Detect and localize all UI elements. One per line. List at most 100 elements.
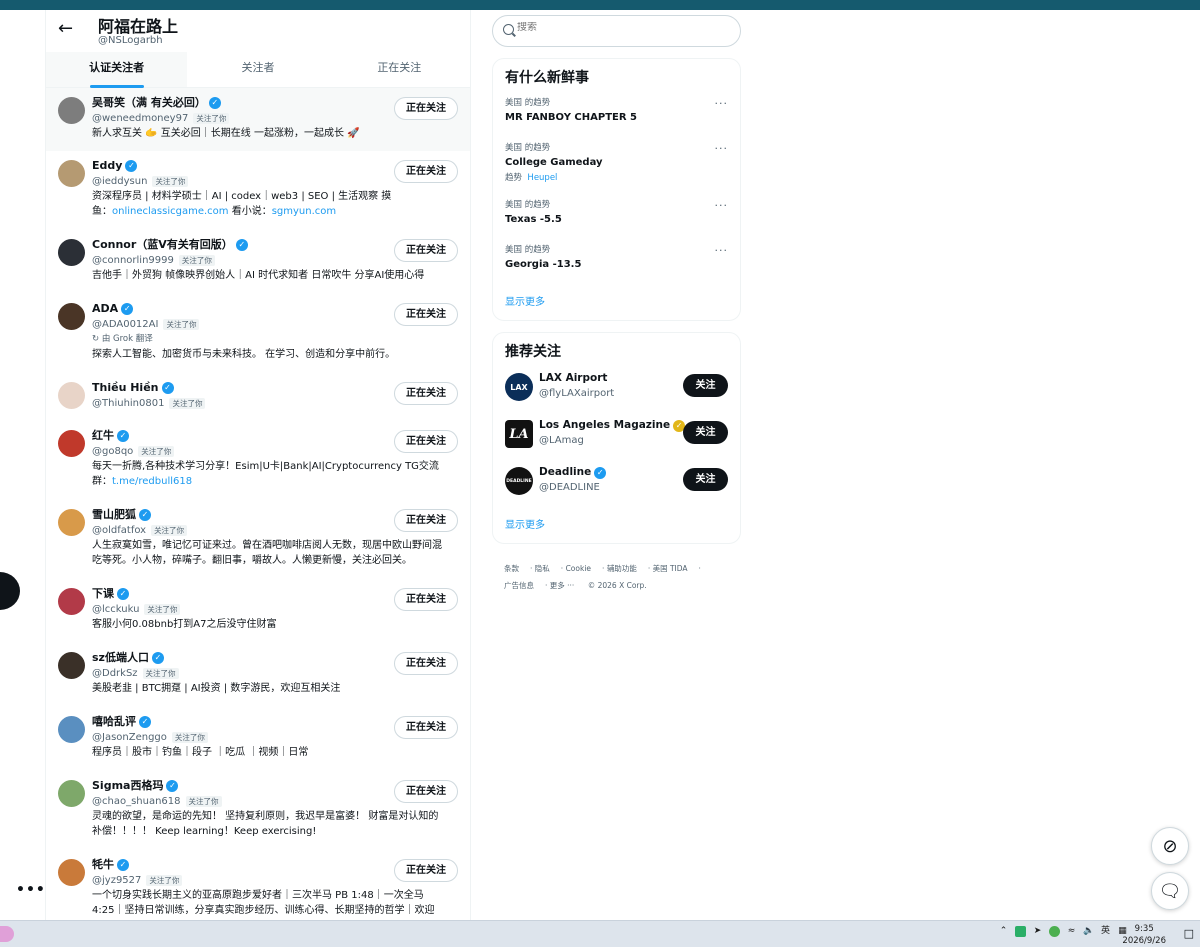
recommended-account[interactable]: DEADLINE Deadline ✓ @DEADLINE 关注: [505, 465, 728, 512]
following-button[interactable]: 正在关注: [394, 652, 458, 675]
avatar[interactable]: [58, 509, 85, 536]
avatar[interactable]: [58, 382, 85, 409]
avatar[interactable]: [58, 652, 85, 679]
chevron-up-icon[interactable]: ⌃: [998, 926, 1009, 937]
clock[interactable]: 9:35 2026/9/26: [1122, 923, 1166, 947]
user-row[interactable]: Eddy ✓ @ieddysun 关注了你 资深程序员 | 材料学硕士｜AI | c…: [46, 151, 470, 230]
avatar[interactable]: [58, 716, 85, 743]
follows-you-badge: 关注了你: [142, 668, 179, 679]
avatar[interactable]: DEADLINE: [505, 467, 533, 495]
tab-following[interactable]: 正在关注: [329, 52, 470, 87]
following-button[interactable]: 正在关注: [394, 97, 458, 120]
user-bio: 每天一折腾,各种技术学习分享！Esim|U卡|Bank|AI|Cryptocur…: [92, 461, 439, 487]
following-button[interactable]: 正在关注: [394, 430, 458, 453]
user-row[interactable]: 吴哥笑（满 有关必回） ✓ @weneedmoney97 关注了你 新人求互关 🫱 …: [46, 88, 470, 151]
back-arrow-icon[interactable]: ←: [58, 20, 76, 38]
avatar[interactable]: [58, 780, 85, 807]
following-button[interactable]: 正在关注: [394, 382, 458, 405]
following-button[interactable]: 正在关注: [394, 303, 458, 326]
tab-verified-followers[interactable]: 认证关注者: [46, 52, 188, 87]
bio-link[interactable]: sgmyun.com: [272, 206, 336, 217]
footer-link[interactable]: Cookie: [566, 564, 591, 573]
user-bio: 吉他手｜外贸狗 帧像映界创始人｜AI 时代求知者 日常吹牛 分享AI使用心得: [92, 270, 425, 281]
avatar[interactable]: [58, 859, 85, 886]
bio-link[interactable]: t.me/redbull618: [112, 476, 192, 487]
trends-title: 有什么新鲜事: [505, 70, 589, 86]
trend-item[interactable]: 美国 的趋势 MR FANBOY CHAPTER 5 ···: [505, 97, 728, 142]
wifi-icon[interactable]: ≈: [1066, 926, 1077, 937]
user-row[interactable]: Sigma西格玛 ✓ @chao_shuan618 关注了你 灵魂的欲望，是命运的先…: [46, 771, 470, 850]
ime-indicator[interactable]: 英: [1100, 926, 1111, 937]
wechat-icon[interactable]: [1015, 926, 1026, 937]
user-bio: 客服小何0.08bnb打到A7之后没守住财富: [92, 619, 277, 630]
user-row[interactable]: 嘻哈乱评 ✓ @JasonZenggo 关注了你 程序员｜股市｜钓鱼｜段子 ｜吃瓜 …: [46, 707, 470, 771]
user-name: Connor（蓝V有关有回版）: [92, 238, 233, 251]
tab-followers[interactable]: 关注者: [187, 52, 328, 87]
page-handle: @NSLogarbh: [98, 35, 163, 46]
footer-link[interactable]: 广告信息: [504, 581, 534, 590]
footer-link[interactable]: 隐私: [535, 564, 550, 573]
notification-icon[interactable]: □: [1184, 927, 1194, 940]
following-button[interactable]: 正在关注: [394, 859, 458, 882]
user-handle: @chao_shuan618: [92, 796, 181, 807]
trend-meta: 美国 的趋势: [505, 200, 551, 210]
trend-item[interactable]: 美国 的趋势 Texas -5.5 ···: [505, 199, 728, 244]
following-button[interactable]: 正在关注: [394, 509, 458, 532]
grok-translation-label[interactable]: 由 Grok 翻译: [102, 334, 153, 344]
footer-link[interactable]: 美国 TIDA: [653, 564, 688, 573]
avatar[interactable]: LAX: [505, 373, 533, 401]
compose-button[interactable]: [0, 572, 20, 610]
following-button[interactable]: 正在关注: [394, 588, 458, 611]
following-button[interactable]: 正在关注: [394, 160, 458, 183]
taskbar-app-icon[interactable]: [0, 926, 14, 942]
avatar[interactable]: [58, 239, 85, 266]
user-row[interactable]: sz低端人口 ✓ @DdrkSz 关注了你 美股老韭 | BTC拥趸 | AI投资 …: [46, 643, 470, 707]
avatar[interactable]: [58, 97, 85, 124]
follows-you-badge: 关注了你: [171, 732, 208, 743]
user-handle: @JasonZenggo: [92, 732, 167, 743]
avatar[interactable]: LA: [505, 420, 533, 448]
user-row[interactable]: Thiều Hiền ✓ @Thiuhin0801 关注了你 正在关注: [46, 373, 470, 421]
system-tray: ⌃ ➤ ≈ 🔈 英 ▦: [998, 926, 1128, 937]
following-button[interactable]: 正在关注: [394, 716, 458, 739]
user-row[interactable]: 下课 ✓ @lcckuku 关注了你 客服小何0.08bnb打到A7之后没守住财富 …: [46, 579, 470, 643]
show-more-link[interactable]: 显示更多: [505, 512, 728, 543]
trend-item[interactable]: 美国 的趋势 Georgia -13.5 ···: [505, 244, 728, 289]
telegram-icon[interactable]: ➤: [1032, 926, 1043, 937]
search-box[interactable]: [492, 15, 741, 47]
user-row[interactable]: 雪山肥狐 ✓ @oldfatfox 关注了你 人生寂寞如雪，唯记忆可证来过。曾在酒吧…: [46, 500, 470, 579]
footer-link[interactable]: 条款: [504, 564, 519, 573]
footer-link[interactable]: 辅助功能: [607, 564, 637, 573]
more-icon[interactable]: ···: [715, 142, 729, 155]
user-row[interactable]: 红牛 ✓ @go8qo 关注了你 每天一折腾,各种技术学习分享！Esim|U卡|Ba…: [46, 421, 470, 500]
follow-button[interactable]: 关注: [683, 374, 728, 397]
bio-link[interactable]: onlineclassicgame.com: [112, 206, 229, 217]
follow-button[interactable]: 关注: [683, 468, 728, 491]
more-icon[interactable]: •••: [16, 882, 46, 898]
user-handle: @jyz9527: [92, 875, 142, 886]
avatar[interactable]: [58, 430, 85, 457]
footer-link[interactable]: 更多 ···: [550, 581, 575, 590]
messages-icon[interactable]: 🗨: [1151, 872, 1189, 910]
volume-icon[interactable]: 🔈: [1083, 926, 1094, 937]
following-button[interactable]: 正在关注: [394, 780, 458, 803]
avatar[interactable]: [58, 588, 85, 615]
more-icon[interactable]: ···: [715, 244, 729, 257]
show-more-link[interactable]: 显示更多: [505, 289, 728, 320]
recommended-account[interactable]: LAX LAX Airport @flyLAXairport 关注: [505, 371, 728, 418]
user-row[interactable]: ADA ✓ @ADA0012AI 关注了你 ↻ 由 Grok 翻译 探索人工智能、加…: [46, 294, 470, 373]
following-button[interactable]: 正在关注: [394, 239, 458, 262]
app-tray-icon[interactable]: [1049, 926, 1060, 937]
follow-button[interactable]: 关注: [683, 421, 728, 444]
avatar[interactable]: [58, 303, 85, 330]
grok-icon[interactable]: ⊘: [1151, 827, 1189, 865]
user-row[interactable]: 牦牛 ✓ @jyz9527 关注了你 一个切身实践长期主义的亚高原跑步爱好者｜三次半…: [46, 850, 470, 920]
recommended-account[interactable]: LA Los Angeles Magazine ✓ @LAmag 关注: [505, 418, 728, 465]
more-icon[interactable]: ···: [715, 97, 729, 110]
search-input[interactable]: [517, 22, 717, 33]
user-row[interactable]: Connor（蓝V有关有回版） ✓ @connorlin9999 关注了你 吉他手｜…: [46, 230, 470, 294]
more-icon[interactable]: ···: [715, 199, 729, 212]
trend-item[interactable]: 美国 的趋势 College Gameday 趋势 Heupel ···: [505, 142, 728, 199]
avatar[interactable]: [58, 160, 85, 187]
search-icon: [503, 24, 514, 35]
